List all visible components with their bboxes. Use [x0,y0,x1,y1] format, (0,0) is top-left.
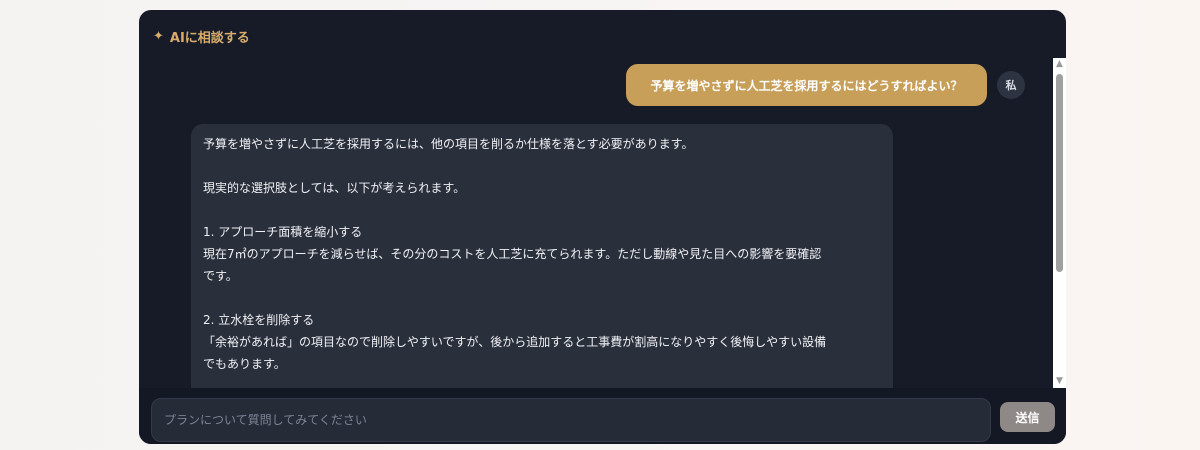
scroll-up-icon[interactable]: ▲ [1053,58,1066,71]
ai-message-line: 1. アプローチ面積を縮小する [203,225,363,239]
chat-messages[interactable]: 予算を増やさずに人工芝を採用するにはどうすればよい？ 私 予算を増やさずに人工芝… [139,58,1053,388]
chat-scrollbar[interactable]: ▲ ▼ [1053,58,1066,388]
page-background: ✦ AIに相談する 予算を増やさずに人工芝を採用するにはどうすればよい？ 私 予… [0,0,1200,450]
user-message-row: 予算を増やさずに人工芝を採用するにはどうすればよい？ 私 [626,64,1025,106]
sparkle-icon: ✦ [153,28,164,44]
ai-message-line: 予算を増やさずに人工芝を採用するには、他の項目を削るか仕様を落とす必要があります… [203,137,694,151]
ai-message-line: 2. 立水栓を削除する [203,313,315,327]
ai-chat-panel: ✦ AIに相談する 予算を増やさずに人工芝を採用するにはどうすればよい？ 私 予… [139,10,1066,444]
ai-message: 予算を増やさずに人工芝を採用するには、他の項目を削るか仕様を落とす必要があります… [191,124,893,388]
panel-header: ✦ AIに相談する [153,26,250,46]
scrollbar-thumb[interactable] [1056,74,1063,272]
send-button[interactable]: 送信 [1000,402,1055,432]
ai-message-blank-line [203,199,881,221]
ai-message-blank-line [203,287,881,309]
ai-message-blank-line [203,155,881,177]
ai-message-line: 現実的な選択肢としては、以下が考えられます。 [203,181,466,195]
panel-title: AIに相談する [169,30,250,46]
ai-message-line: です。 [203,269,238,283]
ai-message-line: 現在7㎡のアプローチを減らせば、その分のコストを人工芝に充てられます。ただし動線… [203,247,822,261]
user-avatar: 私 [997,71,1025,99]
question-input[interactable] [151,398,991,442]
ai-message-line: でもあります。 [203,357,286,371]
input-bar: 送信 [139,388,1066,444]
user-message: 予算を増やさずに人工芝を採用するにはどうすればよい？ [626,64,987,106]
scroll-down-icon[interactable]: ▼ [1053,375,1066,388]
ai-message-line: 「余裕があれば」の項目なので削除しやすいですが、後から追加すると工事費が割高にな… [203,335,827,349]
